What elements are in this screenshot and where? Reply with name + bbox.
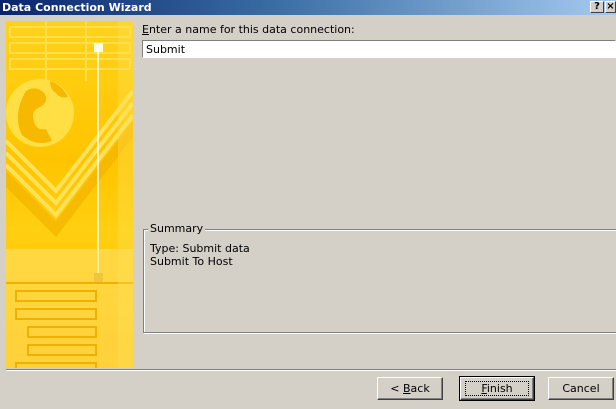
close-button[interactable]: ×	[605, 1, 616, 13]
button-separator	[6, 369, 616, 371]
summary-type-text: Type: Submit data	[150, 242, 250, 255]
help-button[interactable]: ?	[590, 1, 604, 13]
focus-rectangle	[465, 381, 529, 396]
summary-target-text: Submit To Host	[150, 255, 233, 268]
cancel-button[interactable]: Cancel	[548, 377, 614, 400]
connection-name-label: Enter a name for this data connection:	[142, 23, 355, 36]
title-bar[interactable]: Data Connection Wizard ? ×	[0, 0, 616, 15]
back-button[interactable]: < Back	[377, 377, 443, 400]
help-icon: ?	[594, 1, 600, 12]
connection-name-input[interactable]	[142, 40, 616, 58]
summary-legend: Summary	[148, 222, 206, 235]
wizard-art-panel	[6, 21, 133, 368]
window-title: Data Connection Wizard	[2, 1, 152, 14]
wizard-globe-illustration-icon	[6, 21, 133, 368]
close-icon: ×	[606, 1, 615, 12]
finish-button[interactable]: Finish	[459, 376, 535, 401]
